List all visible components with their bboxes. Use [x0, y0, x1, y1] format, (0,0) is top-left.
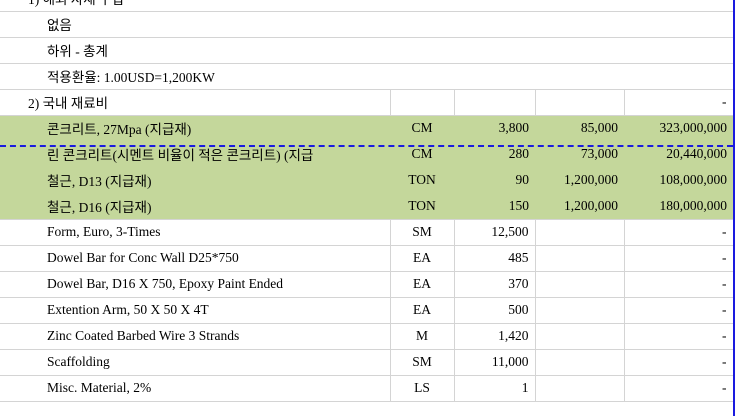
- cell-unit[interactable]: EA: [390, 245, 455, 272]
- cell-label[interactable]: 콘크리트, 27Mpa (지급재): [0, 115, 390, 142]
- cell-price[interactable]: 1,200,000: [535, 193, 624, 220]
- cell-qty[interactable]: 500: [454, 297, 536, 324]
- cell-label[interactable]: Misc. Material, 2%: [0, 375, 391, 402]
- table-row: Extention Arm, 50 X 50 X 4T EA 500 -: [0, 297, 734, 324]
- cell-unit[interactable]: M: [390, 323, 455, 350]
- cell-unit[interactable]: [390, 89, 455, 116]
- cell-amount[interactable]: -: [624, 323, 734, 350]
- cell-label[interactable]: 없음: [0, 11, 734, 38]
- table-row: 하위 - 총계: [0, 37, 734, 64]
- cell-price[interactable]: [535, 271, 625, 298]
- cell-qty[interactable]: 11,000: [454, 349, 536, 376]
- cell-unit[interactable]: EA: [390, 271, 455, 298]
- cell-price[interactable]: [535, 297, 625, 324]
- table-row: Zinc Coated Barbed Wire 3 Strands M 1,420 -: [0, 323, 734, 350]
- cell-price[interactable]: 1,200,000: [535, 167, 624, 194]
- cell-label[interactable]: Form, Euro, 3-Times: [0, 219, 391, 246]
- cell-qty[interactable]: [454, 89, 536, 116]
- cell-price[interactable]: [535, 89, 625, 116]
- cell-qty[interactable]: 370: [454, 271, 536, 298]
- cell-price[interactable]: [535, 323, 625, 350]
- cell-qty[interactable]: 485: [454, 245, 536, 272]
- cell-price[interactable]: [535, 375, 625, 402]
- cell-qty[interactable]: 150: [454, 193, 535, 220]
- table-row: 적용환율: 1.00USD=1,200KW: [0, 63, 734, 90]
- cell-price[interactable]: [535, 349, 625, 376]
- table-row: 1) 해외 자재 구입: [0, 0, 734, 12]
- cell-label[interactable]: Scaffolding: [0, 349, 391, 376]
- cell-qty[interactable]: 1: [454, 375, 536, 402]
- spreadsheet-grid: 1) 해외 자재 구입 없음 하위 - 총계 적용환율: 1.00USD=1,2…: [0, 0, 734, 402]
- cell-amount[interactable]: -: [624, 349, 734, 376]
- cell-label[interactable]: 2) 국내 재료비: [0, 89, 391, 116]
- cell-amount[interactable]: -: [624, 245, 734, 272]
- cell-qty[interactable]: 3,800: [454, 115, 535, 142]
- cell-amount[interactable]: -: [624, 219, 734, 246]
- cell-qty[interactable]: 12,500: [454, 219, 536, 246]
- table-row: 철근, D16 (지급재) TON 150 1,200,000 180,000,000: [0, 193, 734, 220]
- table-row: 없음: [0, 11, 734, 38]
- table-row: 철근, D13 (지급재) TON 90 1,200,000 108,000,000: [0, 167, 734, 194]
- cell-amount[interactable]: 180,000,000: [624, 193, 734, 220]
- copy-selection-marquee: [0, 145, 733, 147]
- cell-label[interactable]: Dowel Bar for Conc Wall D25*750: [0, 245, 391, 272]
- cell-unit[interactable]: EA: [390, 297, 455, 324]
- cell-price[interactable]: 85,000: [535, 115, 624, 142]
- table-row: Form, Euro, 3-Times SM 12,500 -: [0, 219, 734, 246]
- table-row: Dowel Bar, D16 X 750, Epoxy Paint Ended E…: [0, 271, 734, 298]
- cell-amount[interactable]: -: [624, 271, 734, 298]
- cell-amount[interactable]: 323,000,000: [624, 115, 734, 142]
- cell-amount[interactable]: -: [624, 375, 734, 402]
- table-row: 콘크리트, 27Mpa (지급재) CM 3,800 85,000 323,000,00…: [0, 115, 734, 142]
- cell-label[interactable]: Dowel Bar, D16 X 750, Epoxy Paint Ended: [0, 271, 391, 298]
- cell-qty[interactable]: 90: [454, 167, 535, 194]
- cell-amount[interactable]: 108,000,000: [624, 167, 734, 194]
- cell-unit[interactable]: TON: [390, 193, 454, 220]
- cell-unit[interactable]: CM: [390, 115, 454, 142]
- cell-label[interactable]: Extention Arm, 50 X 50 X 4T: [0, 297, 391, 324]
- cell-price[interactable]: [535, 219, 625, 246]
- cell-qty[interactable]: 1,420: [454, 323, 536, 350]
- cell-amount[interactable]: -: [624, 297, 734, 324]
- table-row: Misc. Material, 2% LS 1 -: [0, 375, 734, 402]
- cell-label[interactable]: 철근, D16 (지급재): [0, 193, 390, 220]
- cell-amount[interactable]: -: [624, 89, 734, 116]
- cell-unit[interactable]: SM: [390, 349, 455, 376]
- table-row: Dowel Bar for Conc Wall D25*750 EA 485 -: [0, 245, 734, 272]
- cell-unit[interactable]: SM: [390, 219, 455, 246]
- cell-label[interactable]: 적용환율: 1.00USD=1,200KW: [0, 63, 734, 90]
- cell-unit[interactable]: LS: [390, 375, 455, 402]
- cell-label[interactable]: 1) 해외 자재 구입: [0, 0, 734, 12]
- cell-unit[interactable]: TON: [390, 167, 454, 194]
- cell-label[interactable]: 하위 - 총계: [0, 37, 734, 64]
- cell-label[interactable]: Zinc Coated Barbed Wire 3 Strands: [0, 323, 391, 350]
- cell-label[interactable]: 철근, D13 (지급재): [0, 167, 390, 194]
- table-row: Scaffolding SM 11,000 -: [0, 349, 734, 376]
- section-row: 2) 국내 재료비 -: [0, 89, 734, 116]
- cell-price[interactable]: [535, 245, 625, 272]
